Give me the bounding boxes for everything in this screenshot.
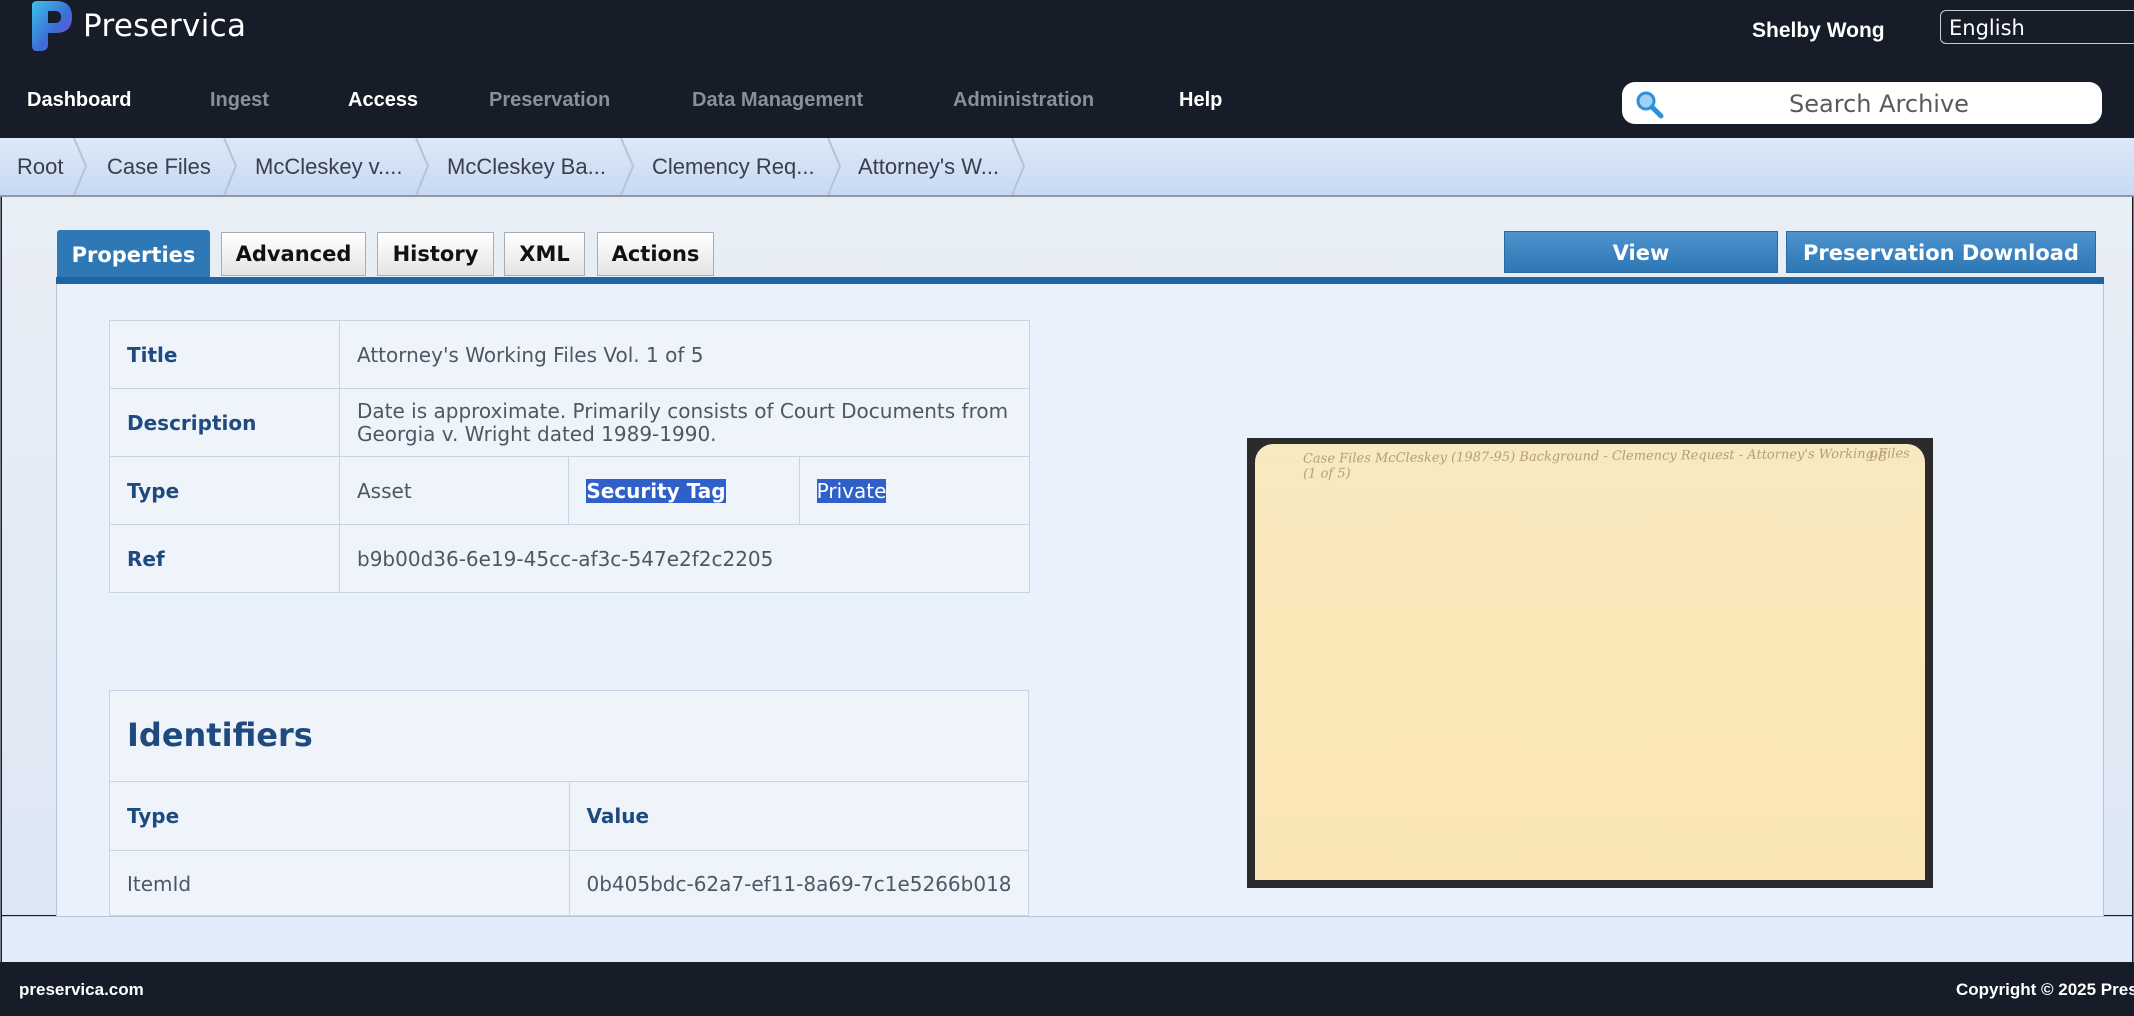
asset-preview-image[interactable]: Case Files McCleskey (1987-95) Backgroun… (1247, 438, 1933, 888)
table-row: ItemId 0b405bdc-62a7-ef11-8a69-7c1e5266b… (110, 850, 1028, 915)
preservation-download-button[interactable]: Preservation Download (1786, 231, 2096, 273)
app-header: Preservica Shelby Wong English Dashboard… (0, 0, 2134, 138)
tab-xml[interactable]: XML (504, 232, 585, 276)
card-number: 98 (1869, 449, 1887, 465)
nav-preservation: Preservation (489, 89, 611, 111)
tab-advanced[interactable]: Advanced (221, 232, 366, 276)
breadcrumb-item-clemency-req[interactable]: Clemency Req... (652, 138, 815, 195)
chevron-right-icon (415, 138, 430, 195)
column-header-value: Value (569, 782, 1028, 851)
security-tag-value: Private (816, 478, 887, 503)
description-value: Date is approximate. Primarily consists … (339, 388, 1030, 457)
description-label: Description (109, 388, 340, 457)
search-icon[interactable] (1634, 89, 1664, 119)
search-box (1622, 82, 2102, 126)
chevron-right-icon (620, 138, 635, 195)
security-tag-label: Security Tag (586, 478, 726, 503)
user-name[interactable]: Shelby Wong (1752, 19, 1885, 43)
tab-properties[interactable]: Properties (57, 230, 210, 280)
table-row: Type Asset Security Tag Private (109, 456, 1031, 525)
nav-data-management: Data Management (692, 89, 864, 111)
nav-ingest: Ingest (210, 89, 269, 111)
footer-site-link[interactable]: preservica.com (19, 980, 144, 1000)
breadcrumb-item-attorneys-w[interactable]: Attorney's W... (858, 138, 999, 195)
ref-value: b9b00d36-6e19-45cc-af3c-547e2f2c2205 (339, 524, 1030, 593)
tab-divider (56, 277, 2104, 284)
nav-administration: Administration (953, 89, 1095, 111)
title-label: Title (109, 320, 340, 389)
breadcrumb-item-case-files[interactable]: Case Files (107, 138, 211, 195)
preservica-logo-icon (32, 1, 72, 51)
identifier-value: 0b405bdc-62a7-ef11-8a69-7c1e5266b018 (569, 850, 1028, 915)
breadcrumb-item-mccleskey-ba[interactable]: McCleskey Ba... (447, 138, 606, 195)
type-value: Asset (338, 456, 570, 525)
chevron-right-icon (73, 138, 88, 195)
breadcrumb-item-mccleskey-v[interactable]: McCleskey v.... (255, 138, 403, 195)
nav-dashboard[interactable]: Dashboard (27, 89, 131, 112)
properties-table: Title Attorney's Working Files Vol. 1 of… (109, 320, 1031, 593)
identifiers-heading: Identifiers (127, 716, 313, 754)
tab-actions[interactable]: Actions (597, 232, 714, 276)
view-button[interactable]: View (1504, 231, 1778, 273)
table-row: Description Date is approximate. Primari… (109, 388, 1030, 457)
table-row: Title Attorney's Working Files Vol. 1 of… (109, 320, 1030, 389)
table-header-row: Type Value (110, 782, 1028, 851)
tab-history[interactable]: History (377, 232, 494, 276)
content-bottom-strip (2, 916, 2132, 963)
identifiers-section: Identifiers Type Value ItemId 0b405bdc-6… (109, 690, 1029, 916)
index-card-image: Case Files McCleskey (1987-95) Backgroun… (1255, 444, 1925, 880)
footer-copyright: Copyright © 2025 Preservica (1956, 980, 2134, 999)
nav-access[interactable]: Access (348, 89, 418, 112)
breadcrumb: Root Case Files McCleskey v.... McCleske… (0, 138, 2134, 197)
logo[interactable]: Preservica (26, 0, 246, 52)
type-label: Type (109, 456, 340, 525)
identifier-type: ItemId (110, 850, 570, 915)
brand-name: Preservica (83, 8, 247, 44)
card-handwriting: Case Files McCleskey (1987-95) Backgroun… (1302, 446, 1910, 482)
language-select[interactable]: English (1940, 10, 2134, 44)
breadcrumb-item-root[interactable]: Root (17, 138, 63, 195)
chevron-right-icon (827, 138, 842, 195)
chevron-right-icon (223, 138, 238, 195)
footer: preservica.com Copyright © 2025 Preservi… (0, 962, 2134, 1016)
title-value: Attorney's Working Files Vol. 1 of 5 (339, 320, 1030, 389)
ref-label: Ref (109, 524, 340, 593)
search-input[interactable] (1672, 82, 2086, 126)
identifiers-table: Type Value ItemId 0b405bdc-62a7-ef11-8a6… (110, 782, 1028, 915)
table-row: Ref b9b00d36-6e19-45cc-af3c-547e2f2c2205 (109, 524, 1030, 593)
chevron-right-icon (1011, 138, 1026, 195)
column-header-type: Type (110, 782, 570, 851)
nav-help[interactable]: Help (1179, 89, 1222, 112)
